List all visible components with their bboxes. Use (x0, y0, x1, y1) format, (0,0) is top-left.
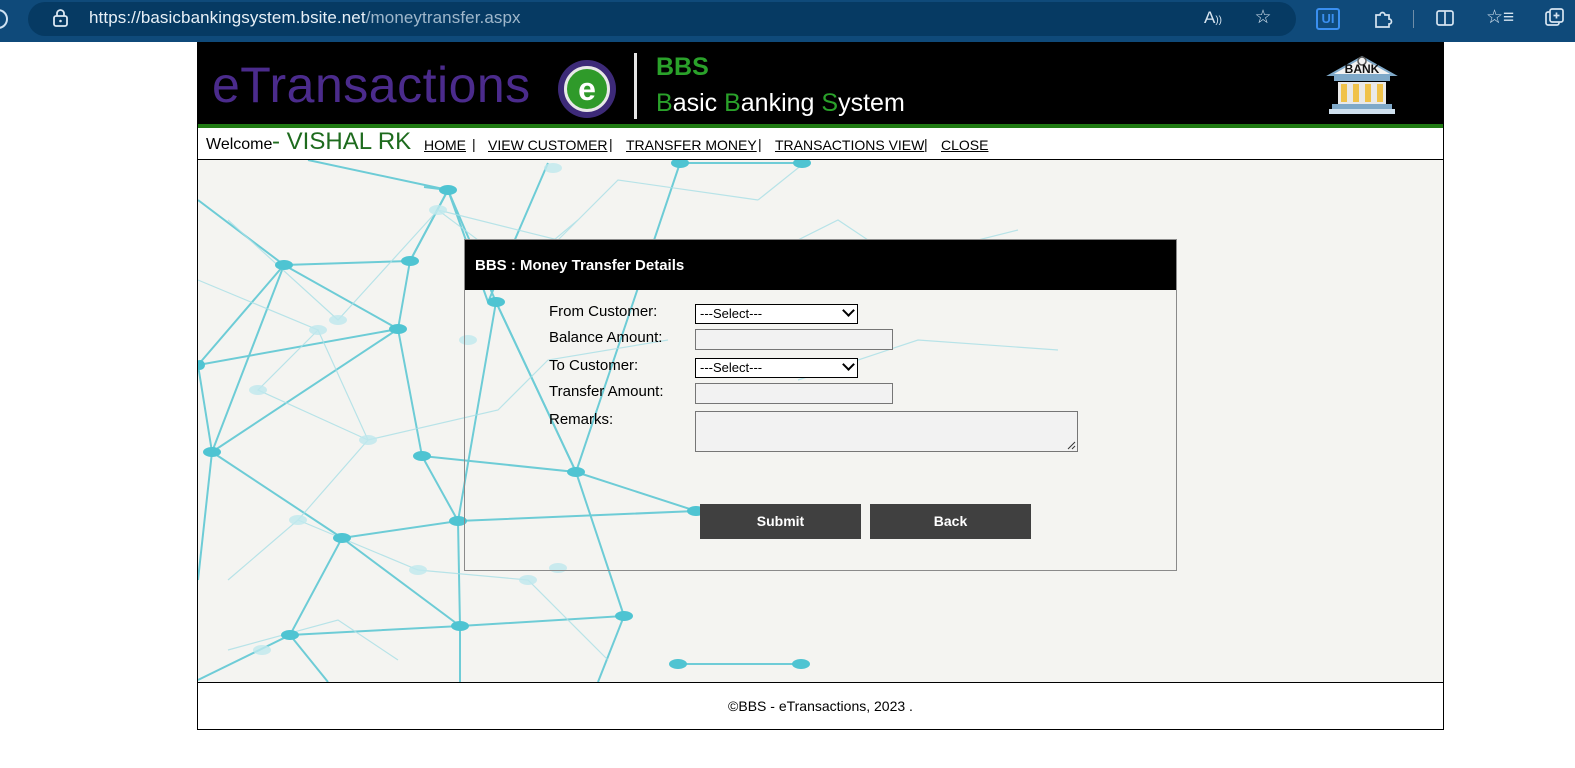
header-divider (634, 53, 637, 119)
money-transfer-form: BBS : Money Transfer Details From Custom… (464, 239, 1177, 571)
url-text[interactable]: https://basicbankingsystem.bsite.net/mon… (89, 8, 521, 28)
etransactions-logo-icon: e (558, 60, 616, 118)
from-customer-selected-value: ---Select--- (700, 306, 763, 321)
refresh-icon[interactable] (0, 9, 8, 29)
browser-toolbar: https://basicbankingsystem.bsite.net/mon… (0, 0, 1575, 42)
bbs-word-asic: asic (672, 89, 725, 117)
to-customer-select[interactable]: ---Select--- (695, 358, 858, 378)
url-path: /moneytransfer.aspx (365, 8, 521, 27)
welcome-label: Welcome (206, 136, 273, 153)
collections-icon[interactable] (1540, 7, 1568, 29)
bbs-letter-s: S (821, 89, 839, 117)
balance-amount-label: Balance Amount: (549, 329, 663, 346)
content-area: BBS : Money Transfer Details From Custom… (198, 160, 1443, 682)
bbs-full-name: Basic Banking System (656, 89, 905, 118)
form-header: BBS : Money Transfer Details (465, 240, 1176, 290)
transfer-amount-input[interactable] (695, 383, 893, 404)
site-header-banner: eTransactions e BBS Basic Banking System… (198, 43, 1443, 128)
nav-link-transfer-money[interactable]: TRANSFER MONEY (626, 137, 757, 153)
read-aloud-icon[interactable]: A)) (1200, 7, 1226, 29)
transfer-amount-label: Transfer Amount: (549, 383, 664, 400)
welcome-dash: - (272, 128, 287, 155)
nav-link-home[interactable]: HOME (424, 137, 466, 153)
nav-separator: | (472, 136, 476, 152)
back-button[interactable]: Back (870, 504, 1031, 539)
bbs-word-ystem: ystem (838, 89, 905, 117)
copyright-text: ©BBS - eTransactions, 2023 . (728, 698, 913, 714)
bank-sign: BANK (1345, 62, 1380, 76)
remarks-textarea[interactable] (695, 411, 1078, 452)
nav-separator: | (609, 136, 613, 152)
chevron-down-icon (842, 304, 855, 317)
from-customer-select[interactable]: ---Select--- (695, 304, 858, 324)
lock-icon[interactable] (52, 9, 69, 27)
page-footer: ©BBS - eTransactions, 2023 . (198, 682, 1443, 729)
nav-separator: | (924, 136, 928, 152)
to-customer-selected-value: ---Select--- (700, 360, 763, 375)
nav-link-transactions-view[interactable]: TRANSACTIONS VIEW (775, 137, 924, 153)
bbs-word-anking: anking (740, 89, 822, 117)
to-customer-label: To Customer: (549, 357, 639, 374)
bank-building-icon: BANK (1326, 55, 1398, 114)
resize-grip-icon[interactable] (1067, 441, 1076, 450)
url-host: https://basicbankingsystem.bsite.net (89, 8, 366, 27)
bbs-letter-b2: B (724, 89, 741, 117)
bbs-letter-b1: B (656, 89, 673, 117)
toolbar-divider (1413, 10, 1414, 28)
top-navigation: Welcome - VISHAL RK HOME | VIEW CUSTOMER… (198, 128, 1443, 160)
nav-separator: | (758, 136, 762, 152)
extensions-puzzle-icon[interactable] (1370, 7, 1396, 29)
page-container: eTransactions e BBS Basic Banking System… (197, 42, 1444, 730)
from-customer-label: From Customer: (549, 303, 658, 320)
user-name-text: VISHAL RK (286, 128, 412, 155)
favorites-icon[interactable]: ☆≡ (1486, 7, 1514, 29)
split-screen-icon[interactable] (1432, 7, 1458, 29)
favorite-star-icon[interactable]: ☆ (1250, 7, 1276, 29)
ui-extension-icon[interactable]: UI (1316, 8, 1340, 30)
brand-title: eTransactions (212, 57, 531, 113)
balance-amount-input[interactable] (695, 329, 893, 350)
bbs-abbreviation: BBS (656, 53, 709, 81)
logo-letter: e (578, 71, 596, 107)
remarks-label: Remarks: (549, 411, 614, 428)
form-title: BBS : Money Transfer Details (475, 257, 685, 274)
logo-ring: e (564, 66, 610, 112)
nav-link-view-customer[interactable]: VIEW CUSTOMER (488, 137, 608, 153)
user-name: - VISHAL RK (272, 128, 411, 156)
submit-button[interactable]: Submit (700, 504, 861, 539)
chevron-down-icon (842, 358, 855, 371)
nav-link-close[interactable]: CLOSE (941, 137, 988, 153)
